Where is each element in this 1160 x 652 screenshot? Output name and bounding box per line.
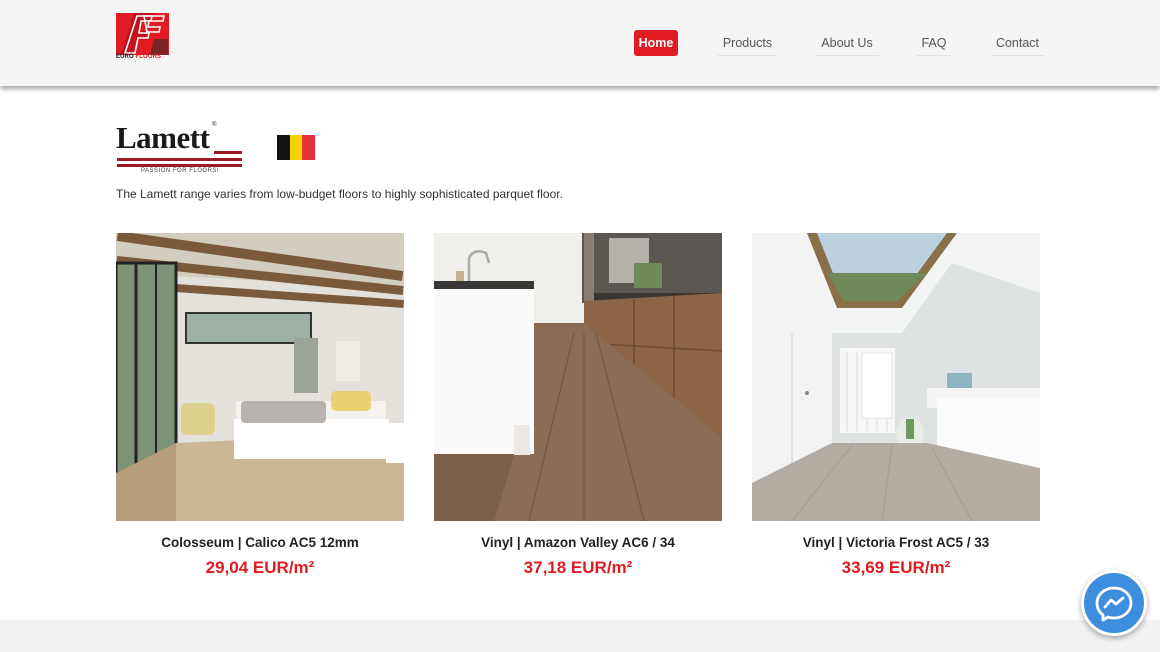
nav-contact-link[interactable]: Contact: [991, 30, 1044, 56]
product-image-bedroom[interactable]: [116, 233, 404, 521]
product-image-bathroom[interactable]: [752, 233, 1040, 521]
nav-products-link[interactable]: Products: [718, 30, 777, 56]
main-navigation: Home Products About Us FAQ Contact: [0, 30, 1160, 56]
brand-name: Lamett: [116, 120, 210, 155]
product-title[interactable]: Vinyl | Amazon Valley AC6 / 34: [434, 535, 722, 550]
brand-underline: [117, 158, 242, 161]
brand-tagline: PASSION FOR FLOORS!: [141, 168, 220, 174]
product-title[interactable]: Vinyl | Victoria Frost AC5 / 33: [752, 535, 1040, 550]
messenger-chat-button[interactable]: [1081, 570, 1147, 636]
brand-underline: [214, 151, 242, 154]
site-header: EURO FLOORS Home Products About Us FAQ C…: [0, 0, 1160, 86]
nav-about-us-link[interactable]: About Us: [815, 30, 879, 56]
footer-strip: [0, 620, 1160, 652]
registered-mark: ®: [212, 122, 217, 128]
product-price: 37,18 EUR/m²: [523, 558, 633, 577]
nav-home-link[interactable]: Home: [634, 30, 678, 56]
lamett-brand-logo: Lamett ® PASSION FOR FLOORS!: [116, 120, 246, 178]
brand-intro-text: The Lamett range varies from low-budget …: [116, 187, 563, 201]
product-price: 29,04 EUR/m²: [205, 558, 315, 577]
product-price: 33,69 EUR/m²: [841, 558, 951, 577]
brand-underline: [117, 164, 242, 167]
belgium-flag-icon: [277, 135, 316, 160]
nav-faq-link[interactable]: FAQ: [917, 30, 951, 56]
product-image-kitchen[interactable]: [434, 233, 722, 521]
product-title[interactable]: Colosseum | Calico AC5 12mm: [116, 535, 404, 550]
messenger-icon: [1095, 586, 1133, 622]
